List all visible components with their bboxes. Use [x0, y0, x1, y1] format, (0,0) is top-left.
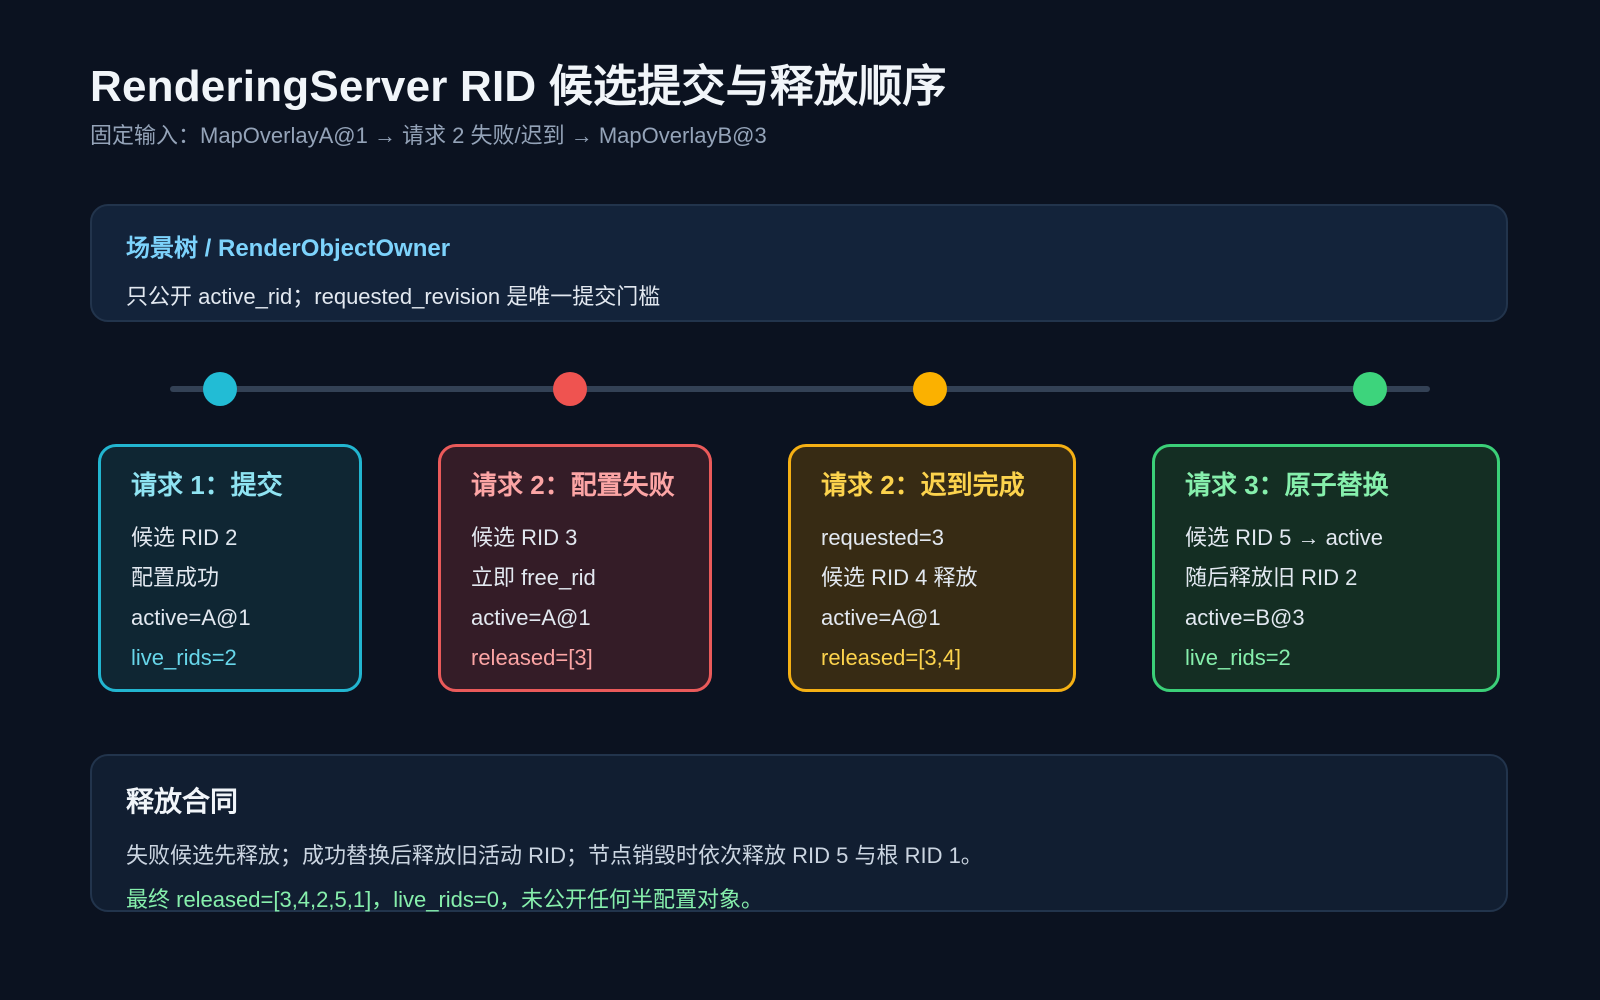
- card-status-line: live_rids=2: [131, 645, 237, 670]
- card-line: 立即 free_rid: [471, 565, 596, 590]
- timeline-dot-2: [553, 372, 587, 406]
- card-line: 候选 RID 2: [131, 525, 238, 550]
- card-line: 候选 RID 5 → active: [1185, 525, 1384, 550]
- card-status-line: live_rids=2: [1185, 645, 1291, 670]
- release-contract-panel: 释放合同 失败候选先释放；成功替换后释放旧活动 RID；节点销毁时依次释放 RI…: [90, 754, 1508, 912]
- contract-description: 失败候选先释放；成功替换后释放旧活动 RID；节点销毁时依次释放 RID 5 与…: [126, 843, 983, 868]
- request-card: 请求 2：配置失败 候选 RID 3 立即 free_rid active=A@…: [438, 444, 712, 692]
- card-line: 候选 RID 4 释放: [821, 565, 978, 590]
- card-line: 随后释放旧 RID 2: [1185, 565, 1358, 590]
- card-line: active=B@3: [1185, 605, 1305, 630]
- contract-heading: 释放合同: [126, 786, 239, 817]
- timeline-dot-4: [1353, 372, 1387, 406]
- page-subtitle: 固定输入：MapOverlayA@1 → 请求 2 失败/迟到 → MapOve…: [90, 123, 767, 148]
- card-line: active=A@1: [471, 605, 591, 630]
- request-card: 请求 1：提交 候选 RID 2 配置成功 active=A@1 live_ri…: [98, 444, 362, 692]
- owner-description: 只公开 active_rid；requested_revision 是唯一提交门…: [126, 284, 661, 309]
- card-status-line: released=[3,4]: [821, 645, 962, 670]
- timeline-track: [170, 386, 1430, 392]
- card-title: 请求 3：原子替换: [1185, 470, 1389, 500]
- timeline-dot-1: [203, 372, 237, 406]
- owner-panel: 场景树 / RenderObjectOwner 只公开 active_rid；r…: [90, 204, 1508, 322]
- owner-heading: 场景树 / RenderObjectOwner: [126, 235, 451, 262]
- page-title: RenderingServer RID 候选提交与释放顺序: [90, 62, 947, 111]
- contract-final-state: 最终 released=[3,4,2,5,1]，live_rids=0，未公开任…: [126, 887, 763, 912]
- request-card: 请求 2：迟到完成 requested=3 候选 RID 4 释放 active…: [788, 444, 1076, 692]
- timeline-dot-3: [913, 372, 947, 406]
- card-title: 请求 2：配置失败: [471, 470, 675, 500]
- card-line: active=A@1: [821, 605, 941, 630]
- card-title: 请求 2：迟到完成: [821, 470, 1025, 500]
- request-card: 请求 3：原子替换 候选 RID 5 → active 随后释放旧 RID 2 …: [1152, 444, 1500, 692]
- card-line: 候选 RID 3: [471, 525, 578, 550]
- card-line: active=A@1: [131, 605, 251, 630]
- card-title: 请求 1：提交: [131, 470, 283, 500]
- card-line: 配置成功: [131, 565, 220, 590]
- card-status-line: released=[3]: [471, 645, 593, 670]
- card-line: requested=3: [821, 525, 944, 550]
